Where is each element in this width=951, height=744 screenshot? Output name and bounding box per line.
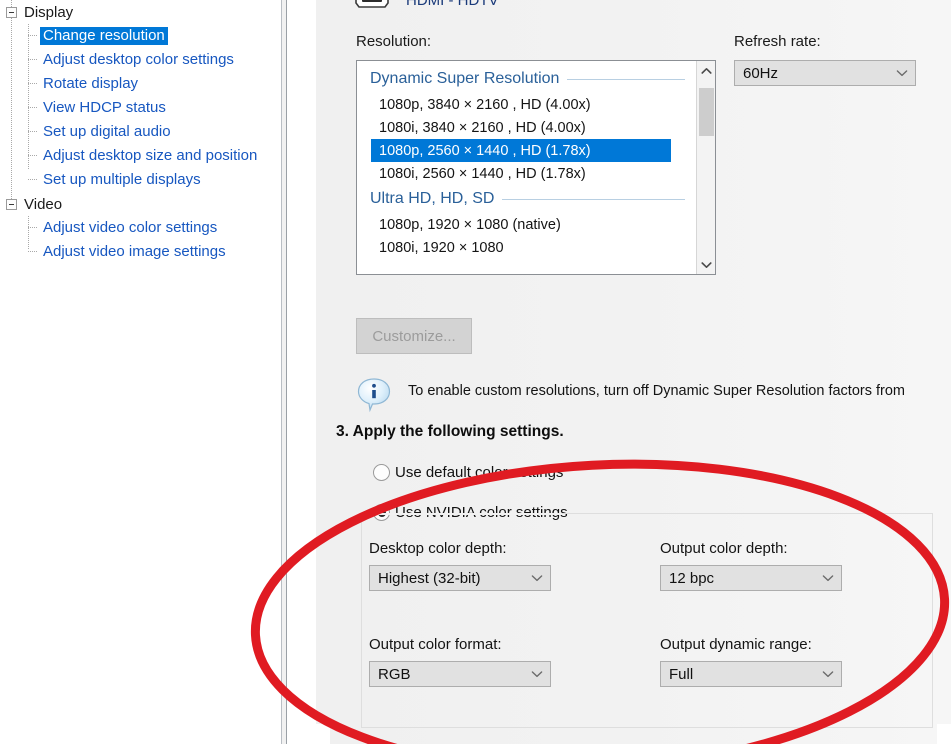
sidebar-item-set-up-digital-audio[interactable]: Set up digital audio [0,120,281,144]
info-notice-text: To enable custom resolutions, turn off D… [408,383,905,399]
resolution-label: Resolution: [356,33,432,50]
panel-corner-clip-right [937,724,951,744]
tree-group-display[interactable]: Display [0,0,281,24]
chevron-down-icon[interactable] [697,255,715,274]
list-item[interactable]: 1080i, 1920 × 1080 [357,236,695,259]
info-notice: To enable custom resolutions, turn off D… [354,374,951,414]
tree-connector-icon [28,155,37,156]
tree-group-display-label: Display [24,3,74,21]
resolution-list-scrollbar[interactable] [696,61,715,274]
hdmi-connector-icon [352,0,392,11]
output-color-format-select[interactable]: RGB [369,661,551,687]
tree-group-video[interactable]: Video [0,192,281,216]
group-heading-rule [502,198,685,200]
navigation-tree-panel: Display Change resolution Adjust desktop… [0,0,281,744]
tree-connector-icon [28,131,37,132]
resolution-list[interactable]: Dynamic Super Resolution 1080p, 3840 × 2… [356,60,716,275]
list-item[interactable]: 1080i, 2560 × 1440 , HD (1.78x) [357,162,695,185]
sidebar-item-label: Adjust desktop color settings [43,51,234,68]
minus-box-icon[interactable] [6,6,17,18]
tree-connector-icon [28,179,37,180]
list-item[interactable]: 1080i, 3840 × 2160 , HD (4.00x) [357,116,695,139]
tree-group-video-label: Video [24,195,63,213]
output-dynamic-range-label: Output dynamic range: [660,636,812,653]
sidebar-item-change-resolution[interactable]: Change resolution [0,24,281,48]
chevron-down-icon[interactable] [815,574,841,582]
display-header-label: HDMI - HDTV [406,0,499,9]
display-header: HDMI - HDTV [352,0,499,14]
tree-connector-icon [28,107,37,108]
output-color-depth-label: Output color depth: [660,540,788,557]
main-content-panel: HDMI - HDTV Resolution: Dynamic Super Re… [316,0,951,744]
output-color-depth-select[interactable]: 12 bpc [660,565,842,591]
sidebar-item-label: Change resolution [40,27,168,45]
resolution-group-heading-dsr: Dynamic Super Resolution [357,65,695,93]
chevron-down-icon[interactable] [815,670,841,678]
chevron-up-icon[interactable] [697,61,715,80]
sidebar-item-label: Rotate display [43,75,139,92]
list-item-selected[interactable]: 1080p, 2560 × 1440 , HD (1.78x) [371,139,671,162]
desktop-color-depth-select[interactable]: Highest (32-bit) [369,565,551,591]
sidebar-item-label: Set up multiple displays [43,171,201,188]
group-heading-label: Dynamic Super Resolution [370,70,560,87]
refresh-rate-select[interactable]: 60Hz [734,60,916,86]
output-dynamic-range-select[interactable]: Full [660,661,842,687]
sidebar-item-adjust-desktop-color-settings[interactable]: Adjust desktop color settings [0,48,281,72]
info-balloon-icon [354,374,394,414]
tree-connector-icon [28,83,37,84]
sidebar-item-label: Adjust video image settings [43,243,226,260]
sidebar-item-label: Set up digital audio [43,123,171,140]
sidebar-item-label: Adjust video color settings [43,219,218,236]
radio-label: Use default color settings [395,464,564,481]
sidebar-item-view-hdcp-status[interactable]: View HDCP status [0,96,281,120]
sidebar-item-adjust-video-image-settings[interactable]: Adjust video image settings [0,240,281,264]
panel-splitter[interactable] [281,0,287,744]
sidebar-item-set-up-multiple-displays[interactable]: Set up multiple displays [0,168,281,192]
panel-corner-clip-left [316,724,330,744]
minus-box-icon[interactable] [6,198,17,210]
radio-use-default-color-settings[interactable]: Use default color settings [373,464,563,481]
refresh-rate-value: 60Hz [743,64,779,82]
desktop-color-depth-field: Desktop color depth: Highest (32-bit) [369,540,551,591]
sidebar-item-label: View HDCP status [43,99,166,116]
resolution-group-heading-ultrahd: Ultra HD, HD, SD [357,185,695,213]
desktop-color-depth-label: Desktop color depth: [369,540,507,557]
resolution-list-items[interactable]: Dynamic Super Resolution 1080p, 3840 × 2… [357,61,695,274]
group-title-notch [362,513,562,515]
output-color-depth-value: 12 bpc [669,569,715,587]
refresh-rate-label: Refresh rate: [734,33,821,50]
desktop-color-depth-value: Highest (32-bit) [378,569,481,587]
list-item[interactable]: 1080p, 1920 × 1080 (native) [357,213,695,236]
sidebar-item-label: Adjust desktop size and position [43,147,258,164]
output-color-format-field: Output color format: RGB [369,636,551,687]
tree-connector-icon [28,251,37,252]
list-item[interactable]: 1080p, 3840 × 2160 , HD (4.00x) [357,93,695,116]
chevron-down-icon[interactable] [889,69,915,77]
tree-connector-icon [28,59,37,60]
content-gutter [288,0,316,744]
radio-unchecked-icon[interactable] [373,464,390,481]
output-color-depth-field: Output color depth: 12 bpc [660,540,842,591]
chevron-down-icon[interactable] [524,670,550,678]
chevron-down-icon[interactable] [524,574,550,582]
output-dynamic-range-value: Full [669,665,694,683]
output-color-format-label: Output color format: [369,636,502,653]
output-color-format-value: RGB [378,665,411,683]
tree-connector-icon [28,35,37,36]
group-heading-label: Ultra HD, HD, SD [370,190,495,207]
scrollbar-thumb[interactable] [699,88,714,136]
sidebar-item-adjust-video-color-settings[interactable]: Adjust video color settings [0,216,281,240]
sidebar-item-adjust-desktop-size-and-position[interactable]: Adjust desktop size and position [0,144,281,168]
tree-connector-icon [28,227,37,228]
sidebar-item-rotate-display[interactable]: Rotate display [0,72,281,96]
nvidia-control-panel-window: Display Change resolution Adjust desktop… [0,0,951,744]
step3-heading: 3. Apply the following settings. [336,423,564,440]
group-heading-rule [567,78,685,80]
customize-button[interactable]: Customize... [356,318,472,354]
output-dynamic-range-field: Output dynamic range: Full [660,636,842,687]
